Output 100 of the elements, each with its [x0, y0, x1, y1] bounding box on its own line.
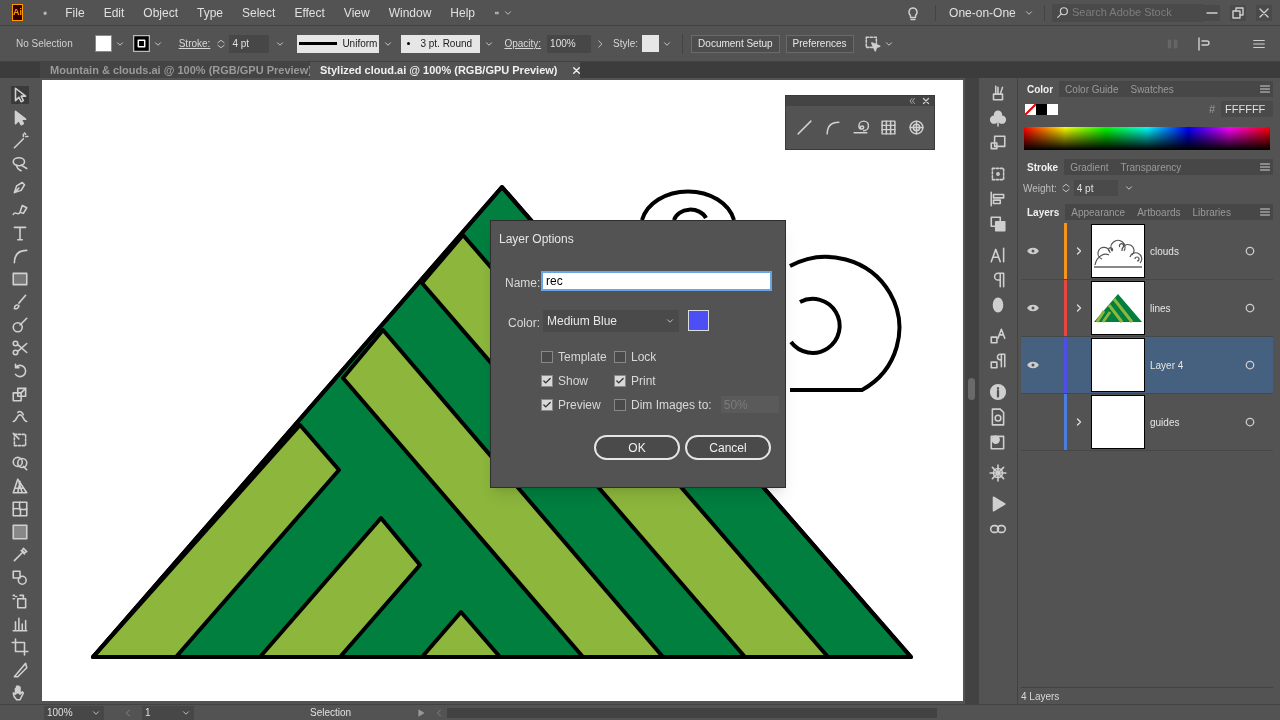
color-spectrum[interactable] — [1024, 127, 1270, 150]
select-similar-icon[interactable] — [863, 34, 882, 53]
chevron-right-icon[interactable] — [1075, 418, 1083, 426]
eye-icon[interactable] — [1027, 359, 1039, 371]
transform-icon[interactable] — [1196, 35, 1212, 52]
collapse-icon[interactable] — [908, 97, 916, 105]
stroke-swatch-icon[interactable] — [132, 35, 150, 52]
paintbrush-icon[interactable] — [11, 293, 29, 311]
panel-tab[interactable]: Color — [1021, 81, 1060, 97]
align-left-icon[interactable] — [989, 190, 1007, 208]
panel-menu-icon[interactable] — [1259, 161, 1271, 173]
layer-row[interactable]: Layer 4 — [1021, 337, 1273, 394]
scroll-thumb[interactable] — [968, 378, 975, 400]
weight-field[interactable]: 4 pt — [1073, 180, 1118, 196]
panel-tab[interactable]: Layers — [1021, 204, 1066, 220]
type-tool-icon[interactable] — [11, 224, 29, 242]
arc-icon[interactable] — [823, 119, 841, 136]
caret-icon[interactable] — [665, 316, 675, 326]
paragraph-styles-icon[interactable] — [989, 352, 1007, 370]
panel-tab[interactable]: Artboards — [1131, 204, 1187, 220]
checkbox[interactable] — [614, 398, 626, 411]
fill-swatch[interactable] — [1047, 103, 1058, 115]
chevron-right-icon[interactable] — [1075, 247, 1083, 255]
menu-item[interactable]: Type — [197, 3, 223, 22]
panel-tab[interactable]: Transparency — [1114, 159, 1188, 175]
hex-field[interactable]: FFFFFF — [1221, 101, 1273, 117]
caret-icon[interactable] — [1123, 183, 1134, 193]
club-icon[interactable] — [989, 109, 1007, 127]
menu-item[interactable]: View — [343, 3, 370, 22]
dialog-button[interactable]: Cancel — [685, 435, 771, 460]
zoom-field[interactable]: 100% — [44, 705, 104, 720]
close-icon[interactable] — [922, 97, 930, 105]
panel-tab[interactable]: Libraries — [1186, 204, 1237, 220]
control-bar-button[interactable]: Preferences — [785, 34, 854, 53]
artboard-field[interactable]: 1 — [142, 705, 194, 720]
spray-can-icon[interactable] — [11, 592, 29, 610]
eye-icon[interactable] — [1027, 245, 1039, 257]
document-tab[interactable]: Stylized cloud.ai @ 100% (RGB/GPU Preview) — [310, 62, 580, 78]
style-swatch[interactable] — [642, 35, 660, 52]
line-segment-icon[interactable] — [795, 119, 813, 136]
free-transform-icon[interactable] — [11, 431, 29, 449]
menu-item[interactable]: Edit — [103, 3, 125, 22]
document-info-icon[interactable] — [989, 408, 1007, 426]
menu-item[interactable]: File — [65, 3, 85, 22]
panel-menu-icon[interactable] — [1259, 83, 1271, 95]
polar-grid-icon[interactable] — [907, 119, 925, 136]
layer-row[interactable]: lines — [1021, 280, 1273, 337]
play-icon[interactable] — [417, 708, 426, 717]
layer-row[interactable]: clouds — [1021, 223, 1273, 280]
panel-tab[interactable]: Appearance — [1065, 204, 1132, 220]
checkbox[interactable] — [614, 350, 626, 363]
target-circle-icon[interactable] — [1245, 303, 1255, 313]
stroke-swatch[interactable] — [1036, 103, 1047, 115]
slice-icon[interactable] — [11, 661, 29, 679]
rectangle-icon[interactable] — [11, 270, 29, 288]
info-icon[interactable] — [989, 383, 1007, 401]
magic-wand-icon[interactable] — [11, 132, 29, 150]
stroke-profile-dropdown[interactable]: Uniform — [297, 34, 380, 53]
ship-wheel-icon[interactable] — [989, 464, 1007, 482]
minimize-icon[interactable] — [1204, 4, 1220, 21]
blob-brush-icon[interactable] — [11, 316, 29, 334]
restore-icon[interactable] — [1230, 4, 1246, 21]
close-icon[interactable] — [1256, 4, 1272, 21]
spiral-icon[interactable] — [851, 119, 869, 136]
rectangular-grid-icon[interactable] — [879, 119, 897, 136]
opacity-field[interactable]: 100% — [547, 34, 592, 53]
gradient-icon[interactable] — [11, 523, 29, 541]
menu-item[interactable]: Window — [388, 3, 432, 22]
checkbox[interactable] — [541, 374, 553, 387]
panel-tab[interactable]: Color Guide — [1059, 81, 1125, 97]
target-circle-icon[interactable] — [1245, 246, 1255, 256]
mesh-icon[interactable] — [11, 500, 29, 518]
fill-swatch[interactable] — [94, 35, 112, 52]
eye-icon[interactable] — [1027, 302, 1039, 314]
character-styles-icon[interactable] — [989, 327, 1007, 345]
transform-box-icon[interactable] — [989, 165, 1007, 183]
panel-tab[interactable]: Swatches — [1124, 81, 1180, 97]
chevron-right-icon[interactable] — [1075, 304, 1083, 312]
panel-tab[interactable]: Gradient — [1064, 159, 1115, 175]
checkbox[interactable] — [541, 350, 553, 363]
control-bar-button[interactable]: Document Setup — [691, 34, 780, 53]
target-circle-icon[interactable] — [1245, 360, 1255, 370]
lasso-icon[interactable] — [11, 155, 29, 173]
artboard-icon[interactable] — [11, 638, 29, 656]
menu-item[interactable]: Help — [450, 3, 475, 22]
menu-item[interactable]: Object — [143, 3, 178, 22]
color-dropdown[interactable]: Medium Blue — [543, 310, 679, 332]
perspective-grid-icon[interactable] — [11, 477, 29, 495]
panel-menu-icon[interactable] — [1259, 206, 1271, 218]
eyedropper-icon[interactable] — [11, 546, 29, 564]
checkbox[interactable] — [614, 374, 626, 387]
vertical-scrollbar[interactable] — [965, 78, 978, 704]
menu-item[interactable]: Effect — [294, 3, 325, 22]
links-panel-icon[interactable] — [989, 433, 1007, 451]
target-circle-icon[interactable] — [1245, 417, 1255, 427]
layer-row[interactable]: guides — [1021, 394, 1273, 451]
scissors-icon[interactable] — [11, 339, 29, 357]
panel-tab[interactable]: Stroke — [1021, 159, 1065, 175]
shape-builder-icon[interactable] — [11, 454, 29, 472]
character-icon[interactable] — [989, 246, 1007, 264]
